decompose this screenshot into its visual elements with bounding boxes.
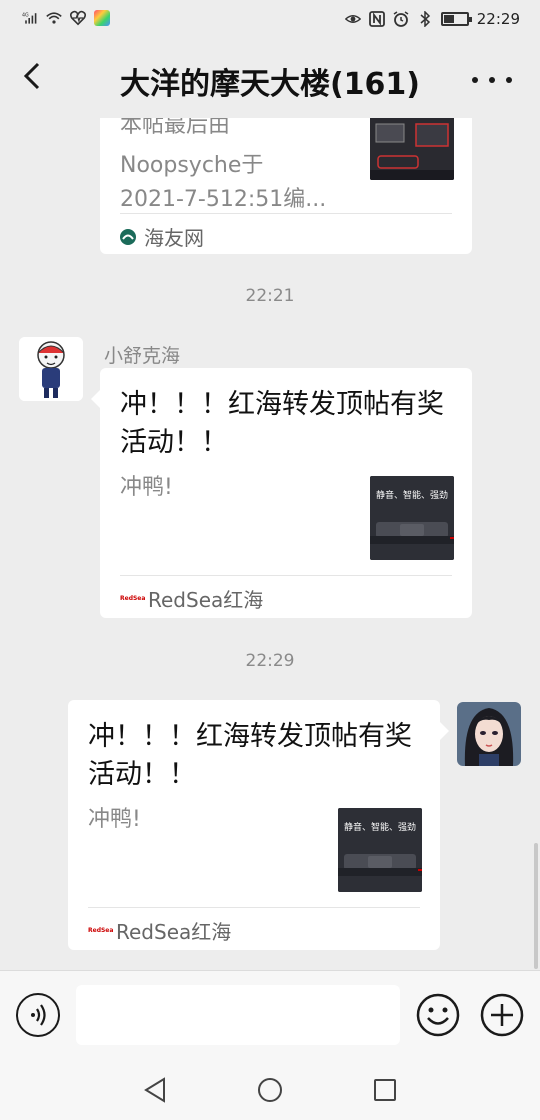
scrollbar[interactable]: [534, 843, 538, 969]
haiyou-logo-icon: [120, 228, 136, 245]
network-label: 4G: [22, 12, 29, 18]
link-card[interactable]: 冲！！！红海转发顶帖有奖活动！！ 冲鸭! 静音、智能、强劲 RedSea Red…: [100, 368, 472, 618]
dot-icon: [472, 77, 478, 83]
thumb-text: 静音、智能、强劲: [344, 821, 416, 833]
message-list: 本帖最后由 Noopsyche于 2021-7-512:51编... 海友网 2…: [0, 118, 540, 970]
eye-icon: [344, 15, 361, 23]
back-button[interactable]: [16, 58, 52, 94]
link-card[interactable]: 本帖最后由 Noopsyche于 2021-7-512:51编... 海友网: [100, 118, 472, 254]
card-thumbnail: 静音、智能、强劲: [338, 808, 422, 892]
card-source-label: 海友网: [144, 226, 204, 250]
card-title-partial: 本帖最后由: [120, 118, 231, 138]
bubble-tail: [440, 722, 449, 740]
message-input[interactable]: [76, 985, 400, 1045]
card-source: 海友网: [120, 222, 204, 251]
health-icon: [70, 10, 86, 26]
nfc-icon: [368, 11, 385, 27]
card-source: RedSea RedSea红海: [120, 584, 263, 613]
battery-icon: [440, 12, 472, 26]
wifi-icon: [46, 12, 62, 24]
card-thumbnail: 静音、智能、强劲: [370, 476, 454, 560]
card-title: 冲！！！红海转发顶帖有奖活动！！: [88, 721, 412, 790]
system-nav-bar: [0, 1060, 540, 1120]
avatar[interactable]: [457, 702, 521, 766]
card-desc: 冲鸭!: [88, 807, 141, 832]
dot-icon: [489, 77, 495, 83]
voice-button[interactable]: [16, 993, 60, 1037]
app-notification-icon: [94, 10, 110, 26]
card-desc-line1: Noopsyche于: [120, 153, 264, 178]
card-divider: [88, 907, 420, 908]
sender-name: 小舒克海: [104, 345, 181, 367]
nav-home-button[interactable]: [257, 1077, 283, 1103]
nav-recents-button[interactable]: [373, 1078, 397, 1102]
card-desc: 冲鸭!: [120, 475, 173, 500]
emoji-button[interactable]: [416, 993, 460, 1037]
status-time: 22:29: [476, 10, 520, 28]
redsea-logo-icon: RedSea: [88, 927, 114, 934]
thumb-text: 静音、智能、强劲: [376, 489, 448, 501]
dot-icon: [506, 77, 512, 83]
card-title: 冲！！！红海转发顶帖有奖活动！！: [120, 389, 444, 458]
time-divider: 22:29: [245, 651, 295, 671]
signal-icon: 4G: [22, 12, 37, 24]
plus-button[interactable]: [480, 993, 524, 1037]
chat-header: 大洋的摩天大楼(161): [0, 40, 540, 118]
card-divider: [120, 213, 452, 214]
link-card[interactable]: 冲！！！红海转发顶帖有奖活动！！ 冲鸭! 静音、智能、强劲 RedSea Red…: [68, 700, 440, 950]
redsea-logo-icon: RedSea: [120, 595, 146, 602]
alarm-icon: [393, 11, 409, 27]
card-source-label: RedSea红海: [148, 588, 264, 612]
more-button[interactable]: [472, 62, 512, 98]
status-bar: 4G 22:29: [0, 0, 540, 40]
card-source-label: RedSea红海: [116, 920, 232, 944]
bubble-tail: [91, 390, 100, 408]
voice-icon: [31, 1004, 46, 1026]
card-source: RedSea RedSea红海: [88, 916, 231, 945]
chat-title: 大洋的摩天大楼(161): [119, 67, 421, 102]
avatar[interactable]: [19, 337, 83, 401]
bluetooth-icon: [420, 11, 430, 27]
card-desc-line2: 2021-7-512:51编...: [120, 187, 327, 212]
card-thumbnail: [370, 118, 454, 180]
input-bar: [0, 970, 540, 1060]
time-divider: 22:21: [245, 286, 295, 306]
nav-back-button[interactable]: [142, 1076, 168, 1104]
card-divider: [120, 575, 452, 576]
